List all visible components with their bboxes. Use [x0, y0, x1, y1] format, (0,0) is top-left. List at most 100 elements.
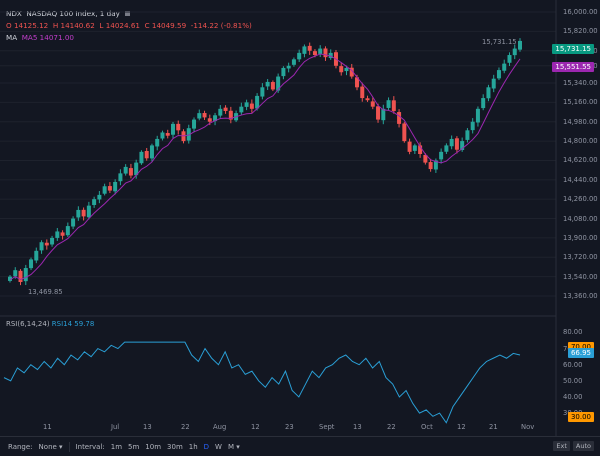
candle-body: [449, 138, 454, 147]
candle-body: [176, 123, 181, 131]
candle-body: [412, 145, 417, 151]
price-tick: 14,440.00: [563, 175, 598, 184]
candle-body: [370, 101, 375, 107]
candle-body: [118, 173, 123, 182]
price-tick: 13,360.00: [563, 292, 598, 300]
last-price-tag: 15,731.15: [552, 44, 594, 54]
interval-30m[interactable]: 30m: [167, 443, 183, 451]
candle-body: [265, 81, 270, 87]
candle-body: [165, 133, 170, 136]
candle-body: [407, 141, 412, 152]
rsi-tick: 80.00: [563, 328, 583, 337]
ma-price-tag: 15,551.55: [552, 62, 594, 72]
price-tick: 14,260.00: [563, 195, 598, 204]
candle-body: [491, 78, 496, 89]
candle-body: [312, 51, 317, 56]
time-tick: 23: [285, 423, 294, 431]
interval-10m[interactable]: 10m: [145, 443, 161, 451]
candle-body: [486, 87, 491, 99]
interval-d[interactable]: D: [204, 443, 209, 451]
candle-body: [323, 48, 328, 58]
candle-body: [160, 132, 165, 139]
rsi-line: [3, 341, 521, 424]
interval-w[interactable]: W: [215, 443, 222, 451]
candle-body: [149, 145, 154, 159]
ext-button[interactable]: Ext: [553, 441, 570, 451]
candle-body: [307, 45, 312, 51]
candle-body: [123, 166, 128, 174]
candle-body: [128, 168, 133, 176]
divider: [68, 441, 70, 452]
candle-body: [76, 209, 81, 218]
time-tick: 12: [457, 423, 466, 431]
rsi-tick: 60.00: [563, 360, 583, 369]
candle-body: [391, 100, 396, 111]
candle-body: [496, 70, 501, 79]
candle-body: [13, 270, 18, 277]
time-tick: 13: [143, 423, 152, 431]
candle-body: [92, 199, 97, 205]
candle-body: [107, 186, 112, 191]
rsi-tick: 40.00: [563, 392, 583, 401]
time-tick: Oct: [421, 423, 433, 431]
interval-label: Interval:: [75, 442, 105, 451]
candle-body: [102, 186, 107, 194]
candle-body: [155, 138, 160, 147]
candle-body: [444, 145, 449, 152]
candle-body: [218, 108, 223, 116]
candle-body: [50, 237, 55, 245]
candle-body: [18, 270, 23, 283]
rsi-lower-tag: 30.00: [567, 412, 594, 422]
candle-body: [475, 108, 480, 123]
min-price-label: 13,469.85: [28, 288, 63, 296]
time-tick: 22: [181, 423, 190, 431]
candle-body: [302, 46, 307, 54]
candle-body: [428, 162, 433, 170]
range-select[interactable]: None ▾: [39, 443, 63, 451]
candle-body: [502, 63, 507, 71]
candle-body: [376, 106, 381, 120]
max-price-label: 15,731.15: [482, 38, 517, 46]
candle-body: [29, 259, 34, 269]
time-tick: 21: [489, 423, 498, 431]
candle-body: [270, 82, 275, 90]
price-tick: 13,720.00: [563, 253, 598, 262]
interval-1h[interactable]: 1h: [189, 443, 198, 451]
candle-body: [518, 40, 522, 50]
interval-1m[interactable]: 1m: [111, 443, 122, 451]
candle-body: [286, 65, 291, 69]
price-tick: 15,160.00: [563, 98, 598, 107]
time-tick: 22: [387, 423, 396, 431]
candle-body: [244, 102, 249, 107]
candle-body: [65, 226, 70, 236]
candle-body: [439, 151, 444, 160]
price-chart[interactable]: [0, 0, 600, 436]
candle-body: [23, 268, 28, 282]
rsi-label[interactable]: RSI(6,14,24): [6, 320, 50, 328]
candle-body: [512, 48, 517, 56]
candle-body: [113, 181, 118, 192]
bottom-toolbar: Range: None ▾ Interval: 1m 5m 10m 30m 1h…: [0, 436, 600, 456]
grid: [0, 11, 556, 297]
candle-body: [202, 113, 207, 118]
price-tick: 15,820.00: [563, 27, 598, 36]
price-tick: 14,980.00: [563, 117, 598, 126]
price-tick: 16,000.00: [563, 8, 598, 16]
rsi-current-tag: 66.95: [567, 348, 594, 358]
price-tick: 14,800.00: [563, 137, 598, 146]
interval-m[interactable]: M ▾: [228, 443, 240, 451]
candle-body: [44, 242, 49, 246]
interval-5m[interactable]: 5m: [128, 443, 139, 451]
auto-button[interactable]: Auto: [572, 441, 594, 451]
candle-body: [397, 112, 402, 124]
price-tick: 13,540.00: [563, 272, 598, 281]
candle-body: [339, 66, 344, 73]
candle-body: [81, 209, 86, 217]
range-label: Range:: [8, 442, 33, 451]
candle-body: [144, 150, 149, 159]
candle-body: [249, 103, 254, 109]
candle-body: [381, 108, 386, 121]
candle-body: [344, 67, 349, 72]
price-tick: 14,620.00: [563, 156, 598, 165]
time-tick: 13: [353, 423, 362, 431]
